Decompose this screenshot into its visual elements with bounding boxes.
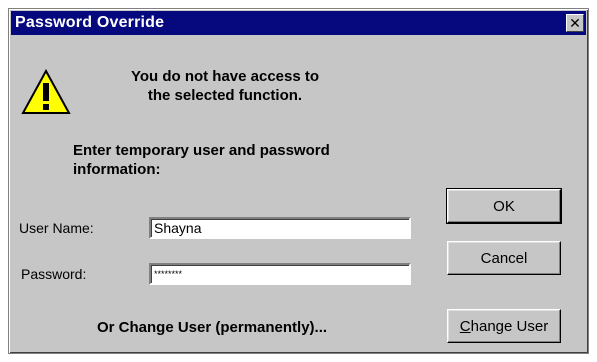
ok-button[interactable]: OK [446,188,562,224]
cancel-button[interactable]: Cancel [447,241,561,275]
warning-icon [21,69,71,114]
username-label: User Name: [19,220,94,236]
close-button[interactable]: ✕ [566,14,584,32]
instructions-text: Enter temporary user and password inform… [73,141,413,179]
message-line-2: the selected function. [147,87,303,104]
title-bar[interactable]: Password Override ✕ [11,11,586,35]
change-user-label: hange User [470,317,549,335]
password-override-dialog: Password Override ✕ You do not have acce… [8,8,589,354]
password-label: Password: [21,266,87,282]
change-user-accelerator: C [459,317,471,335]
access-denied-message: You do not have access to the selected f… [95,67,355,105]
change-user-permanently-text: Or Change User (permanently)... [97,319,328,336]
dialog-title: Password Override [15,14,165,31]
instructions-line-1: Enter temporary user and password [73,142,330,159]
close-icon: ✕ [569,15,581,31]
password-field[interactable] [149,263,411,285]
instructions-line-2: information: [73,161,161,178]
change-user-button[interactable]: Change User [447,309,561,343]
username-field[interactable] [149,217,411,239]
message-line-1: You do not have access to [130,68,320,85]
